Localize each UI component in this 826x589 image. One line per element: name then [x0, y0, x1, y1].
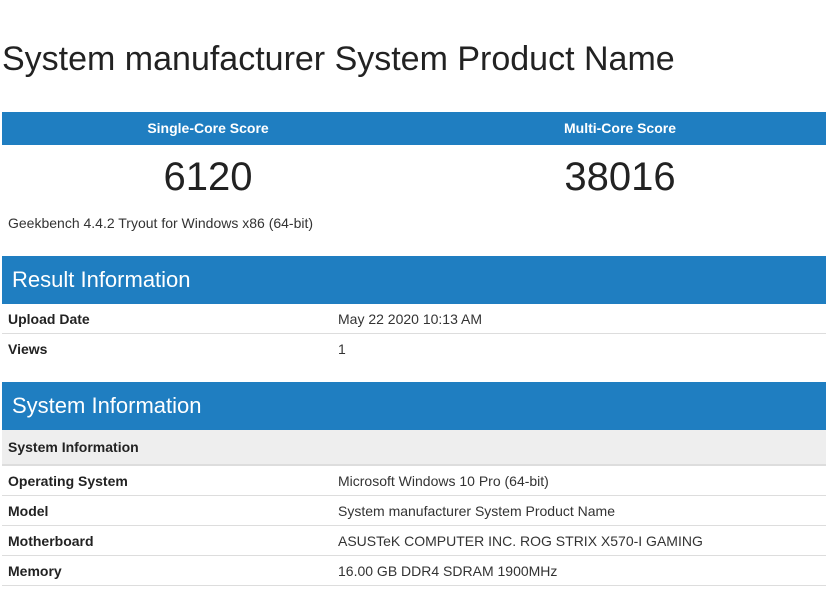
operating-system-value: Microsoft Windows 10 Pro (64-bit)	[338, 472, 549, 489]
upload-date-label: Upload Date	[8, 311, 90, 327]
table-row: Upload Date May 22 2020 10:13 AM	[2, 305, 826, 334]
motherboard-label: Motherboard	[8, 532, 94, 549]
table-row: Motherboard ASUSTeK COMPUTER INC. ROG ST…	[2, 526, 826, 556]
upload-date-value: May 22 2020 10:13 AM	[338, 311, 482, 327]
memory-value: 16.00 GB DDR4 SDRAM 1900MHz	[338, 562, 558, 579]
table-row: Model System manufacturer System Product…	[2, 496, 826, 526]
system-information-header: System Information	[2, 382, 826, 430]
memory-label: Memory	[8, 562, 62, 579]
score-header: Single-Core Score Multi-Core Score	[2, 112, 826, 145]
page-title: System manufacturer System Product Name	[2, 40, 675, 78]
score-table: Single-Core Score Multi-Core Score 6120 …	[2, 112, 826, 210]
views-value: 1	[338, 340, 346, 357]
system-information-subheader: System Information	[2, 430, 826, 466]
table-row: Memory 16.00 GB DDR4 SDRAM 1900MHz	[2, 556, 826, 586]
operating-system-label: Operating System	[8, 472, 128, 489]
single-core-score-value: 6120	[163, 155, 253, 199]
multi-core-score-label: Multi-Core Score	[563, 120, 676, 136]
views-label: Views	[8, 340, 48, 357]
single-core-score-label: Single-Core Score	[147, 120, 269, 136]
table-row: Operating System Microsoft Windows 10 Pr…	[2, 466, 826, 496]
result-information-table: Upload Date May 22 2020 10:13 AM Views 1	[2, 305, 826, 363]
model-label: Model	[8, 502, 49, 519]
benchmark-version: Geekbench 4.4.2 Tryout for Windows x86 (…	[8, 215, 314, 231]
result-information-header: Result Information	[2, 256, 826, 304]
system-information-table: System Information Operating System Micr…	[2, 430, 826, 586]
motherboard-value: ASUSTeK COMPUTER INC. ROG STRIX X570-I G…	[338, 532, 703, 549]
model-value: System manufacturer System Product Name	[338, 502, 615, 519]
table-row: Views 1	[2, 334, 826, 363]
multi-core-score-value: 38016	[564, 155, 676, 199]
score-values: 6120 38016	[2, 145, 826, 210]
